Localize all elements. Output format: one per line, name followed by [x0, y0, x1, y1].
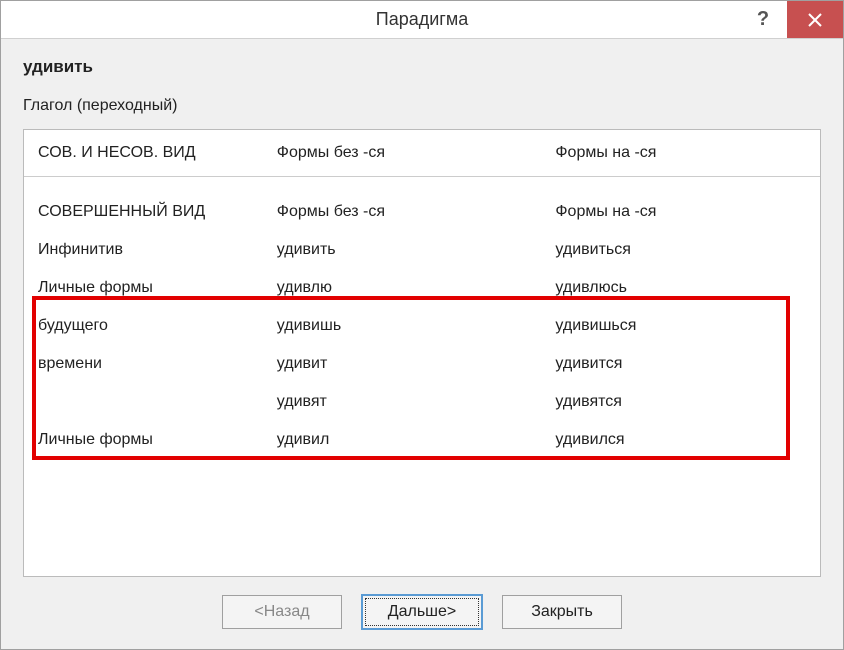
close-dialog-button[interactable]: Закрыть [502, 595, 622, 629]
cell-label [24, 383, 263, 421]
cell-form-sya: удивился [541, 421, 820, 459]
table-row: СОВЕРШЕННЫЙ ВИД Формы без -ся Формы на -… [24, 193, 820, 231]
table-row: Инфинитив удивить удивиться [24, 231, 820, 269]
cell-label: времени [24, 345, 263, 383]
header-col-aspect: СОВ. И НЕСОВ. ВИД [24, 130, 263, 177]
cell-form-sya: Формы на -ся [541, 193, 820, 231]
cell-label: Инфинитив [24, 231, 263, 269]
word-type: Глагол (переходный) [23, 97, 821, 115]
cell-form: Формы без -ся [263, 193, 542, 231]
cell-form: удивят [263, 383, 542, 421]
content-area: удивить Глагол (переходный) СОВ. И НЕСОВ… [1, 39, 843, 649]
titlebar-controls: ? [739, 1, 843, 38]
cell-form: удивит [263, 345, 542, 383]
dialog-title: Парадигма [376, 9, 468, 30]
spacer [24, 177, 820, 193]
close-button[interactable] [787, 1, 843, 38]
table-header-row: СОВ. И НЕСОВ. ВИД Формы без -ся Формы на… [24, 130, 820, 177]
cell-form-sya: удивится [541, 345, 820, 383]
cell-form-sya: удивишься [541, 307, 820, 345]
back-button[interactable]: <Назад [222, 595, 342, 629]
cell-form: удивлю [263, 269, 542, 307]
button-row: <Назад Дальше> Закрыть [23, 577, 821, 635]
cell-label: СОВЕРШЕННЫЙ ВИД [24, 193, 263, 231]
table-row: удивят удивятся [24, 383, 820, 421]
table-row: Личные формы удивил удивился [24, 421, 820, 459]
cell-form-sya: удивлюсь [541, 269, 820, 307]
paradigm-table: СОВ. И НЕСОВ. ВИД Формы без -ся Формы на… [24, 130, 820, 459]
help-button[interactable]: ? [739, 1, 787, 38]
close-icon [808, 13, 822, 27]
cell-form-sya: удивиться [541, 231, 820, 269]
header-col-no-sya: Формы без -ся [263, 130, 542, 177]
paradigm-dialog: Парадигма ? удивить Глагол (переходный) … [0, 0, 844, 650]
cell-label: будущего [24, 307, 263, 345]
titlebar: Парадигма ? [1, 1, 843, 39]
table-row: будущего удивишь удивишься [24, 307, 820, 345]
cell-form: удивить [263, 231, 542, 269]
table-row: времени удивит удивится [24, 345, 820, 383]
word-title: удивить [23, 57, 821, 77]
paradigm-table-frame: СОВ. И НЕСОВ. ВИД Формы без -ся Формы на… [23, 129, 821, 577]
cell-label: Личные формы [24, 421, 263, 459]
table-row: Личные формы удивлю удивлюсь [24, 269, 820, 307]
cell-form-sya: удивятся [541, 383, 820, 421]
cell-form: удивил [263, 421, 542, 459]
next-button[interactable]: Дальше> [362, 595, 482, 629]
cell-form: удивишь [263, 307, 542, 345]
table-scroll[interactable]: СОВ. И НЕСОВ. ВИД Формы без -ся Формы на… [24, 130, 820, 576]
cell-label: Личные формы [24, 269, 263, 307]
header-col-sya: Формы на -ся [541, 130, 820, 177]
